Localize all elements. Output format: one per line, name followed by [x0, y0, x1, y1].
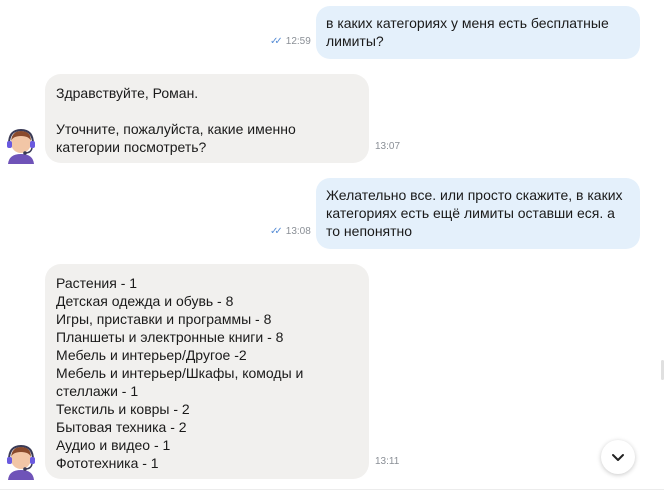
incoming-message[interactable]: Растения - 1 Детская одежда и обувь - 8 …	[45, 264, 369, 479]
message-time: 12:59	[285, 36, 311, 47]
message-meta: 13:11	[375, 456, 399, 467]
message-meta: ✓✓ 13:08	[270, 226, 311, 237]
chevron-down-icon	[612, 454, 624, 461]
outgoing-message[interactable]: в каких категориях у меня есть бесплатны…	[316, 6, 640, 59]
message-time: 13:07	[375, 141, 401, 152]
incoming-message[interactable]: Здравствуйте, Роман. Уточните, пожалуйст…	[45, 74, 369, 163]
message-meta: ✓✓ 12:59	[270, 36, 311, 47]
message-time: 13:11	[375, 456, 400, 467]
chat-message-list[interactable]: ✓✓ 12:59 в каких категориях у меня есть …	[0, 0, 664, 490]
message-meta: 13:07	[375, 141, 400, 152]
support-agent-avatar	[4, 128, 38, 164]
double-check-icon: ✓✓	[270, 226, 283, 237]
outgoing-message[interactable]: Желательно все. или просто скажите, в ка…	[316, 178, 640, 249]
message-time: 13:08	[285, 226, 311, 237]
double-check-icon: ✓✓	[270, 36, 283, 47]
support-agent-avatar	[4, 444, 38, 480]
scroll-to-bottom-button[interactable]	[601, 440, 635, 474]
